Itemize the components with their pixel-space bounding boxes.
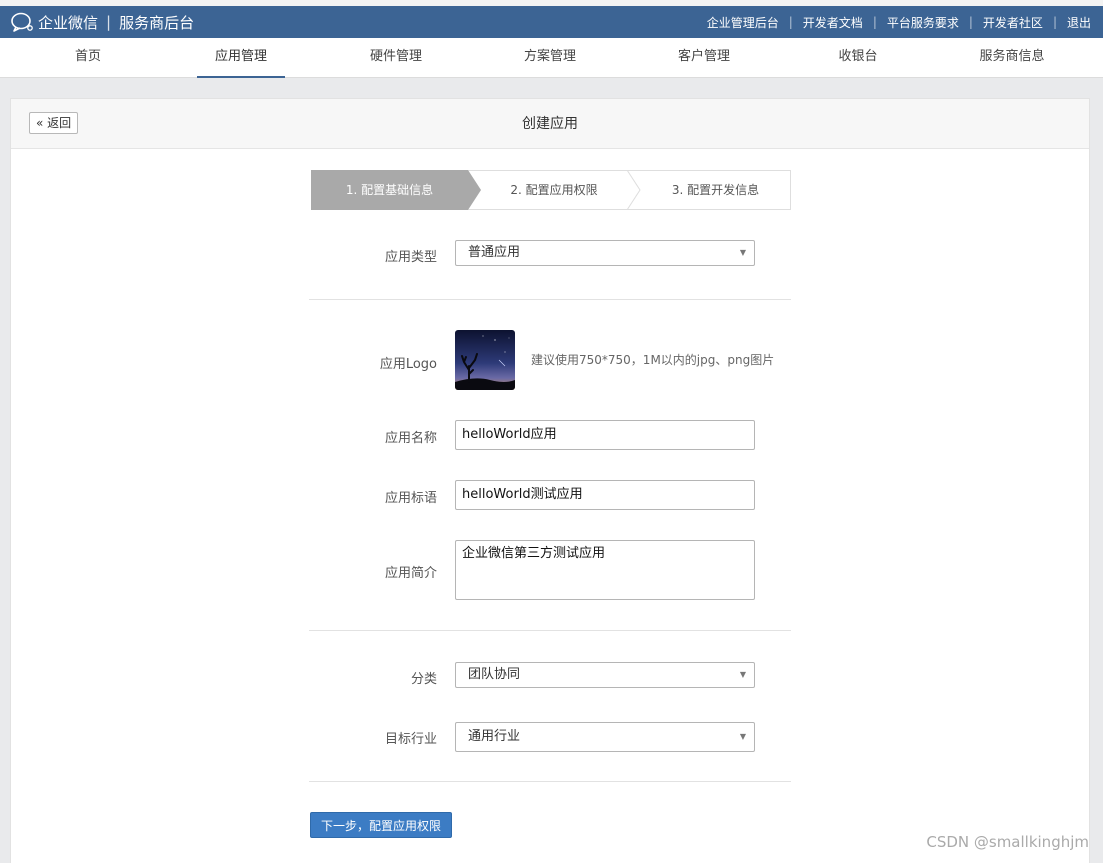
divider bbox=[309, 781, 791, 782]
nav-tab-hardware-management[interactable]: 硬件管理 bbox=[352, 38, 440, 78]
link-logout[interactable]: 退出 bbox=[1067, 14, 1091, 31]
step-3: 3. 配置开发信息 bbox=[671, 183, 760, 197]
panel-header: « 返回 创建应用 bbox=[11, 99, 1089, 149]
caret-down-icon: ▼ bbox=[739, 732, 746, 741]
next-step-button[interactable]: 下一步，配置应用权限 bbox=[310, 812, 453, 838]
link-developer-community[interactable]: 开发者社区 bbox=[983, 14, 1043, 31]
step-2: 2. 配置应用权限 bbox=[510, 183, 598, 197]
nav-tab-cashier[interactable]: 收银台 bbox=[814, 38, 902, 78]
brand-separator: | bbox=[106, 13, 112, 31]
app-intro-textarea[interactable]: 企业微信第三方测试应用 bbox=[455, 540, 755, 600]
nav-tab-solution-management[interactable]: 方案管理 bbox=[506, 38, 594, 78]
nav-tab-app-management[interactable]: 应用管理 bbox=[197, 38, 285, 78]
app-intro-label: 应用简介 bbox=[384, 566, 437, 581]
category-label: 分类 bbox=[410, 672, 437, 687]
caret-down-icon: ▼ bbox=[739, 670, 746, 679]
nav-tab-provider-info[interactable]: 服务商信息 bbox=[968, 38, 1056, 78]
app-type-value: 普通应用 bbox=[468, 245, 521, 260]
app-type-label: 应用类型 bbox=[384, 250, 437, 265]
divider bbox=[309, 630, 791, 631]
link-divider: | bbox=[1052, 15, 1057, 29]
link-divider: | bbox=[788, 15, 793, 29]
link-divider: | bbox=[968, 15, 973, 29]
joshua-tree-night-image bbox=[455, 330, 515, 390]
link-platform-requirements[interactable]: 平台服务要求 bbox=[887, 14, 959, 31]
industry-select[interactable]: 通用行业 ▼ bbox=[455, 722, 755, 752]
wecom-logo-icon bbox=[11, 12, 33, 32]
app-slogan-input[interactable]: helloWorld测试应用 bbox=[455, 480, 755, 510]
app-logo-image[interactable] bbox=[455, 330, 515, 390]
divider bbox=[309, 299, 791, 300]
app-logo-label: 应用Logo bbox=[379, 357, 437, 372]
create-app-panel: « 返回 创建应用 1. 配置基础信息 2. 配置应用权限 3. 配置开发信息 … bbox=[10, 98, 1090, 863]
app-name-input[interactable]: helloWorld应用 bbox=[455, 420, 755, 450]
app-type-select[interactable]: 普通应用 ▼ bbox=[455, 240, 755, 266]
link-developer-docs[interactable]: 开发者文档 bbox=[803, 14, 863, 31]
industry-value: 通用行业 bbox=[468, 729, 521, 744]
category-value: 团队协同 bbox=[468, 667, 521, 682]
main-nav: 首页 应用管理 硬件管理 方案管理 客户管理 收银台 服务商信息 bbox=[0, 38, 1103, 78]
nav-tab-home[interactable]: 首页 bbox=[44, 38, 132, 78]
industry-label: 目标行业 bbox=[384, 732, 437, 747]
nav-tab-customer-management[interactable]: 客户管理 bbox=[660, 38, 748, 78]
brand-name: 企业微信 bbox=[38, 13, 99, 32]
logo-hint: 建议使用750*750，1M以内的jpg、png图片 bbox=[531, 353, 775, 367]
brand-section: 服务商后台 bbox=[119, 13, 195, 32]
brand[interactable]: 企业微信 | 服务商后台 bbox=[10, 6, 194, 38]
step-1-active: 1. 配置基础信息 bbox=[345, 183, 434, 197]
app-slogan-label: 应用标语 bbox=[384, 491, 437, 506]
page-title: 创建应用 bbox=[522, 116, 578, 132]
watermark: CSDN @smallkinghjm bbox=[926, 833, 1089, 851]
link-enterprise-admin[interactable]: 企业管理后台 bbox=[707, 14, 779, 31]
category-select[interactable]: 团队协同 ▼ bbox=[455, 662, 755, 688]
top-links: 企业管理后台 | 开发者文档 | 平台服务要求 | 开发者社区 | 退出 bbox=[707, 6, 1091, 38]
caret-down-icon: ▼ bbox=[739, 248, 746, 257]
app-name-label: 应用名称 bbox=[384, 431, 437, 446]
top-header: 企业微信 | 服务商后台 企业管理后台 | 开发者文档 | 平台服务要求 | 开… bbox=[0, 0, 1103, 38]
link-divider: | bbox=[872, 15, 877, 29]
step-indicator: 1. 配置基础信息 2. 配置应用权限 3. 配置开发信息 bbox=[311, 170, 791, 210]
